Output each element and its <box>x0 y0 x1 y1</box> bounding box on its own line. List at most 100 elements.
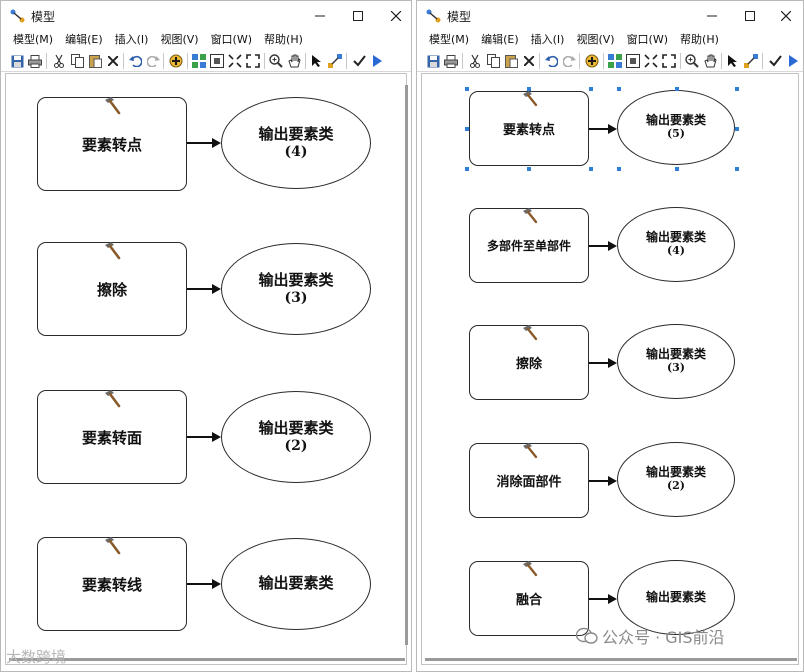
pan-button[interactable] <box>286 53 302 69</box>
menu-window[interactable]: 窗口(W) <box>211 31 252 49</box>
selection-handle[interactable] <box>735 87 739 91</box>
fixed-zoom-in-button[interactable] <box>227 53 243 69</box>
selection-handle[interactable] <box>735 127 739 131</box>
output-feature-class-5[interactable]: 输出要素类 (5) <box>617 90 735 165</box>
delete-button[interactable] <box>105 53 121 69</box>
paste-button[interactable] <box>87 53 103 69</box>
paste-icon <box>88 55 102 68</box>
save-icon <box>427 55 439 67</box>
zoom-in-button[interactable] <box>268 53 284 69</box>
pan-button[interactable] <box>702 53 718 69</box>
menu-model[interactable]: 模型(M) <box>429 31 469 49</box>
add-data-button[interactable] <box>168 53 184 69</box>
menu-model[interactable]: 模型(M) <box>13 31 53 49</box>
selection-handle[interactable] <box>675 167 679 171</box>
vertical-scrollbar[interactable] <box>405 85 408 645</box>
fixed-zoom-out-button[interactable] <box>245 53 261 69</box>
minimize-button[interactable] <box>305 5 335 27</box>
output-number: (5) <box>666 127 686 141</box>
output-feature-class-3[interactable]: 输出要素类 (3) <box>221 243 371 335</box>
delete-icon <box>524 56 534 66</box>
output-number: (2) <box>666 479 686 493</box>
title-bar: 模型 <box>417 1 803 31</box>
menu-help[interactable]: 帮助(H) <box>680 31 719 49</box>
output-feature-class-2[interactable]: 输出要素类 (2) <box>221 391 371 483</box>
selection-handle[interactable] <box>617 87 621 91</box>
run-button[interactable] <box>785 53 801 69</box>
copy-button[interactable] <box>485 53 501 69</box>
connect-button[interactable] <box>743 53 759 69</box>
maximize-button[interactable] <box>343 5 373 27</box>
copy-button[interactable] <box>69 53 85 69</box>
selection-handle[interactable] <box>735 167 739 171</box>
menu-insert[interactable]: 插入(I) <box>115 31 149 49</box>
fixed-zoom-out-button[interactable] <box>661 53 677 69</box>
selection-handle[interactable] <box>465 87 469 91</box>
close-button[interactable] <box>771 5 801 27</box>
full-extent-button[interactable] <box>209 53 225 69</box>
cut-button[interactable] <box>467 53 483 69</box>
hammer-icon <box>523 325 538 341</box>
undo-button[interactable] <box>127 53 143 69</box>
horizontal-scrollbar[interactable] <box>9 658 405 661</box>
select-button[interactable] <box>309 53 325 69</box>
paste-button[interactable] <box>503 53 519 69</box>
selection-handle[interactable] <box>589 87 593 91</box>
connect-icon <box>328 54 342 68</box>
output-feature-class-4[interactable]: 输出要素类 (4) <box>617 207 735 282</box>
output-feature-class-3[interactable]: 输出要素类 (3) <box>617 324 735 399</box>
pan-icon <box>288 54 301 68</box>
connect-button[interactable] <box>327 53 343 69</box>
select-button[interactable] <box>725 53 741 69</box>
print-button[interactable] <box>27 53 43 69</box>
auto-layout-button[interactable] <box>191 53 207 69</box>
menu-insert[interactable]: 插入(I) <box>531 31 565 49</box>
full-extent-icon <box>210 54 224 68</box>
menu-window[interactable]: 窗口(W) <box>627 31 668 49</box>
selection-handle[interactable] <box>527 87 531 91</box>
watermark-text: 公众号 · GIS前沿 <box>602 628 725 647</box>
add-data-button[interactable] <box>584 53 600 69</box>
save-button[interactable] <box>425 53 441 69</box>
output-feature-class-2[interactable]: 输出要素类 (2) <box>617 442 735 517</box>
minimize-button[interactable] <box>697 5 727 27</box>
undo-button[interactable] <box>543 53 559 69</box>
maximize-icon <box>745 11 755 21</box>
horizontal-scrollbar[interactable] <box>425 658 797 661</box>
validate-button[interactable] <box>767 53 783 69</box>
tool-label: 融合 <box>515 593 542 608</box>
menu-view[interactable]: 视图(V) <box>160 31 198 49</box>
selection-handle[interactable] <box>465 167 469 171</box>
maximize-button[interactable] <box>735 5 765 27</box>
zoom-in-button[interactable] <box>684 53 700 69</box>
cut-button[interactable] <box>51 53 67 69</box>
maximize-icon <box>353 11 363 21</box>
selection-handle[interactable] <box>675 87 679 91</box>
selection-handle[interactable] <box>527 167 531 171</box>
window-title: 模型 <box>447 10 472 24</box>
menu-view[interactable]: 视图(V) <box>576 31 614 49</box>
redo-button[interactable] <box>561 53 577 69</box>
print-button[interactable] <box>443 53 459 69</box>
output-feature-class[interactable]: 输出要素类 <box>221 538 371 630</box>
redo-button[interactable] <box>145 53 161 69</box>
selection-handle[interactable] <box>465 127 469 131</box>
connector-arrow <box>589 124 617 134</box>
delete-button[interactable] <box>521 53 537 69</box>
selection-handle[interactable] <box>589 167 593 171</box>
output-label: 输出要素类 <box>645 465 706 480</box>
tool-label: 要素转点 <box>81 135 142 154</box>
save-button[interactable] <box>9 53 25 69</box>
menu-help[interactable]: 帮助(H) <box>264 31 303 49</box>
full-extent-button[interactable] <box>625 53 641 69</box>
fixed-zoom-in-button[interactable] <box>643 53 659 69</box>
validate-button[interactable] <box>351 53 367 69</box>
selection-handle[interactable] <box>617 167 621 171</box>
auto-layout-button[interactable] <box>607 53 623 69</box>
menu-edit[interactable]: 编辑(E) <box>481 31 519 49</box>
output-label: 输出要素类 <box>258 271 334 290</box>
output-feature-class-4[interactable]: 输出要素类 (4) <box>221 97 371 189</box>
menu-edit[interactable]: 编辑(E) <box>65 31 103 49</box>
close-button[interactable] <box>381 5 411 27</box>
run-button[interactable] <box>369 53 385 69</box>
